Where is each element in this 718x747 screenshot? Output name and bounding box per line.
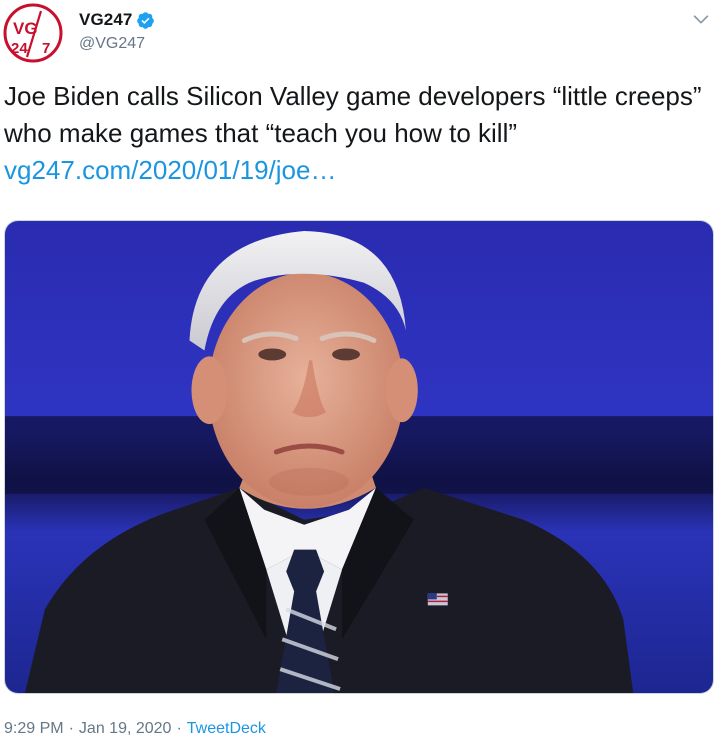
avatar[interactable]: VG 24 7 (3, 3, 63, 63)
tweet-source-link[interactable]: TweetDeck (187, 720, 266, 738)
avatar-text-vg: VG (13, 19, 38, 38)
tweet-time[interactable]: 9:29 PM (4, 720, 64, 738)
user-handle[interactable]: @VG247 (79, 35, 145, 53)
chevron-down-icon[interactable] (690, 8, 712, 30)
verified-badge-icon (136, 11, 155, 30)
tweet-text-body: Joe Biden calls Silicon Valley game deve… (4, 81, 702, 148)
photo-icon (5, 221, 713, 693)
tweet-date[interactable]: Jan 19, 2020 (79, 720, 172, 738)
display-name-row[interactable]: VG247 (79, 10, 155, 30)
tweet-footer: 9:29 PM · Jan 19, 2020 · TweetDeck (4, 720, 266, 738)
display-name: VG247 (79, 10, 133, 29)
tweet-link[interactable]: vg247.com/2020/01/19/joe… (4, 155, 336, 185)
tweet-card: VG 24 7 VG247 @VG247 Joe Biden calls Sil… (0, 0, 718, 747)
avatar-text-7: 7 (42, 40, 50, 57)
tweet-text: Joe Biden calls Silicon Valley game deve… (4, 78, 704, 189)
tweet-header: VG 24 7 VG247 @VG247 (0, 0, 718, 70)
footer-separator: · (68, 720, 74, 737)
footer-separator: · (176, 720, 182, 737)
avatar-text-24: 24 (11, 40, 28, 57)
vg247-logo-icon: VG 24 7 (3, 3, 63, 63)
tweet-photo[interactable] (4, 220, 714, 694)
